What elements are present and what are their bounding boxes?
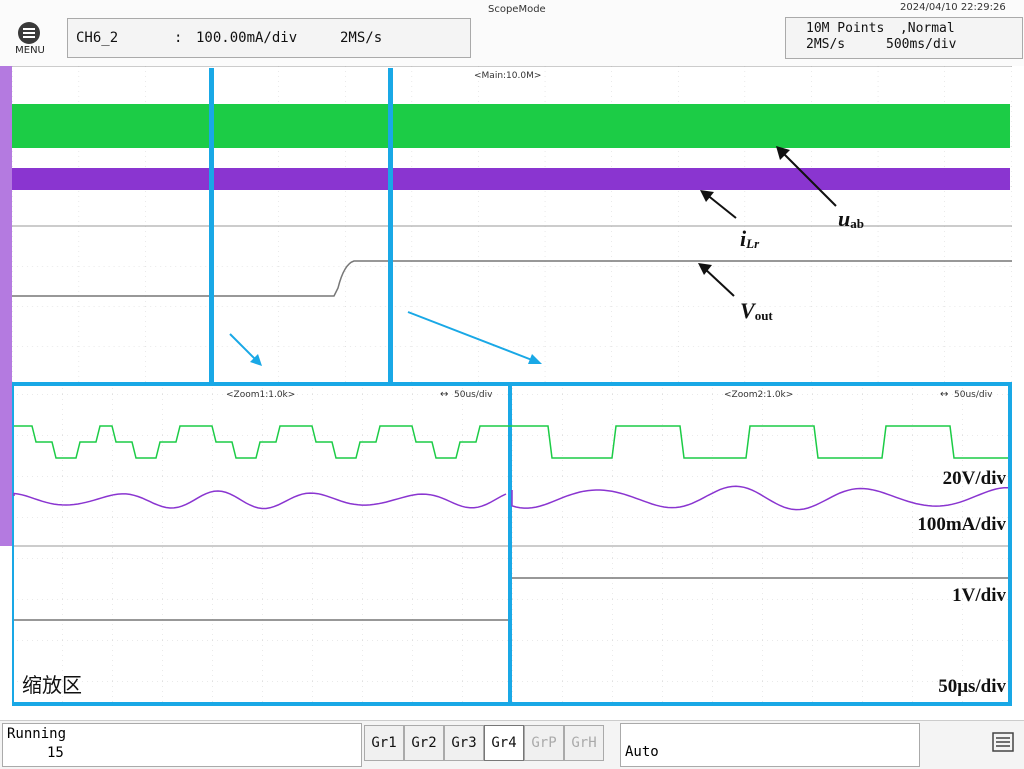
menu-label: MENU (15, 45, 45, 56)
menu-button[interactable]: MENU (10, 22, 50, 60)
trigger-mode-panel[interactable]: Auto (620, 723, 920, 767)
uab-envelope-trace (12, 104, 1010, 148)
group-button-grp[interactable]: GrP (524, 725, 564, 761)
zoom2-timebase: 50us/div (954, 390, 993, 400)
zoom-area-label: 缩放区 (22, 673, 82, 697)
zoom1-label: <Zoom1:1.0k> (226, 390, 295, 400)
group-button-gr4[interactable]: Gr4 (484, 725, 524, 761)
run-count: 15 (47, 745, 64, 761)
list-icon[interactable] (992, 732, 1014, 752)
current-scale-label: 100mA/div (917, 514, 1006, 535)
zoom2-timebase-arrow-icon: ↔ (940, 389, 948, 400)
acquisition-timebase: 500ms/div (886, 37, 957, 52)
voltage-scale-label: 20V/div (943, 468, 1007, 489)
channel-strip (0, 66, 12, 546)
zoom2-cursor (388, 68, 393, 382)
channel-info-panel[interactable]: CH6_2 : 100.00mA/div 2MS/s (67, 18, 471, 58)
zoom1-cursor (209, 68, 214, 382)
run-status-panel: Running 15 (2, 723, 362, 767)
group-button-gr2[interactable]: Gr2 (404, 725, 444, 761)
datetime: 2024/04/10 22:29:26 (900, 2, 1006, 13)
acquisition-points: 10M Points ,Normal (806, 21, 955, 36)
mode-title: ScopeMode (488, 4, 546, 15)
acquisition-panel[interactable]: 10M Points ,Normal 2MS/s 500ms/div (785, 17, 1023, 59)
vout-scale-label: 1V/div (952, 585, 1006, 606)
menu-icon (18, 22, 40, 44)
zoom1-timebase: 50us/div (454, 390, 493, 400)
channel-name: CH6_2 (76, 30, 119, 46)
group-button-gr1[interactable]: Gr1 (364, 725, 404, 761)
main-label: <Main:10.0M> (474, 71, 541, 81)
waveform-display[interactable]: <Main:10.0M> uab iLr Vout <Zoom1:1.0k> ↔… (12, 66, 1012, 706)
group-button-gr3[interactable]: Gr3 (444, 725, 484, 761)
time-scale-label: 50μs/div (938, 676, 1006, 697)
trigger-mode: Auto (625, 744, 659, 760)
channel-separator: : (174, 30, 183, 46)
group-button-grh[interactable]: GrH (564, 725, 604, 761)
zoom2-label: <Zoom2:1.0k> (724, 390, 793, 400)
ilr-envelope-trace (12, 168, 1010, 190)
acquisition-rate: 2MS/s (806, 37, 846, 52)
run-state: Running (7, 726, 67, 742)
zoom1-timebase-arrow-icon: ↔ (440, 389, 448, 400)
channel-sample-rate: 2MS/s (340, 30, 383, 46)
channel-scale: 100.00mA/div (196, 30, 298, 46)
